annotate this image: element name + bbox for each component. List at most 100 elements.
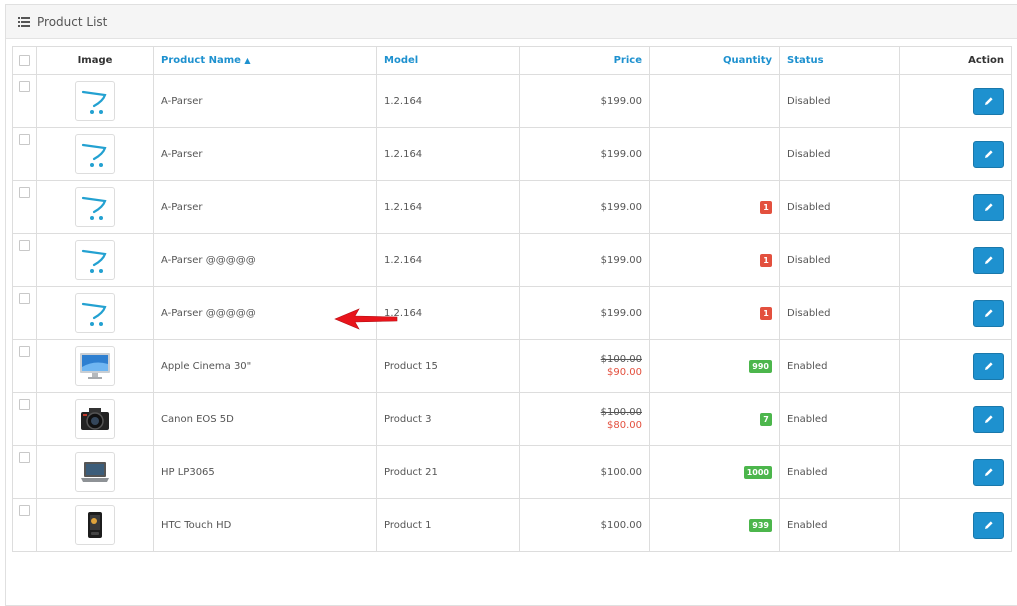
red-arrow-icon — [334, 308, 398, 330]
product-quantity-cell: 7 — [649, 392, 780, 446]
product-status: Disabled — [779, 286, 900, 340]
product-image-cell — [36, 233, 154, 287]
row-checkbox[interactable] — [19, 293, 30, 304]
product-status: Enabled — [779, 392, 900, 446]
quantity-badge: 1 — [760, 253, 772, 267]
product-image-cell — [36, 445, 154, 499]
product-price-cell: $100.00 $80.00 — [519, 392, 650, 446]
pencil-icon — [984, 96, 994, 106]
row-checkbox[interactable] — [19, 346, 30, 357]
product-thumbnail — [75, 293, 115, 333]
row-checkbox[interactable] — [19, 240, 30, 251]
product-status: Disabled — [779, 74, 900, 128]
product-quantity-cell: 1 — [649, 180, 780, 234]
product-image-cell — [36, 392, 154, 446]
product-image-cell — [36, 286, 154, 340]
row-checkbox[interactable] — [19, 505, 30, 516]
row-checkbox[interactable] — [19, 452, 30, 463]
product-price: $100.00 — [600, 519, 642, 531]
camera-icon — [79, 405, 111, 433]
edit-button[interactable] — [973, 246, 1004, 274]
edit-button[interactable] — [973, 193, 1004, 221]
row-checkbox[interactable] — [19, 187, 30, 198]
sort-by-model-link[interactable]: Model — [384, 55, 418, 66]
product-status: Enabled — [779, 498, 900, 552]
sort-name-label: Product Name — [161, 55, 241, 66]
panel-heading: Product List — [6, 5, 1017, 39]
product-price-cell: $100.00 $90.00 — [519, 339, 650, 393]
table-header-row: Image Product Name ▲ Model Price Quantit… — [12, 46, 1012, 75]
row-select-cell — [12, 445, 37, 499]
edit-button[interactable] — [973, 511, 1004, 539]
product-name: A-Parser @@@@@ — [153, 233, 377, 287]
quantity-badge: 939 — [749, 518, 772, 532]
opencart-logo-placeholder-icon — [80, 140, 110, 168]
edit-button[interactable] — [973, 299, 1004, 327]
product-name: HTC Touch HD — [153, 498, 377, 552]
caret-up-icon: ▲ — [244, 56, 251, 65]
column-header-model: Model — [376, 46, 520, 75]
product-status: Disabled — [779, 233, 900, 287]
sort-by-status-link[interactable]: Status — [787, 55, 824, 66]
row-checkbox[interactable] — [19, 134, 30, 145]
special-price: $80.00 — [607, 420, 642, 431]
table-row: Canon EOS 5D Product 3 $100.00 $80.00 7 Enabl… — [12, 392, 1012, 446]
product-thumbnail — [75, 187, 115, 227]
product-quantity-cell: 1 — [649, 286, 780, 340]
row-checkbox[interactable] — [19, 399, 30, 410]
product-price-cell: $199.00 — [519, 180, 650, 234]
original-price: $100.00 — [600, 354, 642, 365]
product-price: $199.00 — [600, 201, 642, 213]
edit-button[interactable] — [973, 405, 1004, 433]
opencart-logo-placeholder-icon — [80, 193, 110, 221]
product-name: A-Parser — [153, 180, 377, 234]
sort-by-quantity-link[interactable]: Quantity — [723, 55, 772, 66]
column-header-image: Image — [36, 46, 154, 75]
panel-title: Product List — [37, 14, 108, 29]
edit-button[interactable] — [973, 458, 1004, 486]
column-header-action: Action — [899, 46, 1012, 75]
table-row: A-Parser 1.2.164 $199.00 1 Disabled — [12, 180, 1012, 234]
table-row: A-Parser @@@@@ 1.2.164 $199.00 1 Disabled — [12, 233, 1012, 287]
product-thumbnail — [75, 240, 115, 280]
product-action-cell — [899, 74, 1012, 128]
product-price-cell: $199.00 — [519, 286, 650, 340]
product-action-cell — [899, 180, 1012, 234]
product-price: $199.00 — [600, 254, 642, 266]
edit-button[interactable] — [973, 140, 1004, 168]
row-select-cell — [12, 286, 37, 340]
product-model: 1.2.164 — [376, 233, 520, 287]
row-checkbox[interactable] — [19, 81, 30, 92]
product-thumbnail — [75, 399, 115, 439]
row-select-cell — [12, 74, 37, 128]
product-action-cell — [899, 339, 1012, 393]
table-row: A-Parser @@@@@ 1.2.164 $199.00 1 Disabled — [12, 286, 1012, 340]
column-header-status: Status — [779, 46, 900, 75]
row-select-cell — [12, 127, 37, 181]
product-name: Canon EOS 5D — [153, 392, 377, 446]
product-model: Product 1 — [376, 498, 520, 552]
pencil-icon — [984, 202, 994, 212]
product-price: $199.00 — [600, 148, 642, 160]
product-action-cell — [899, 233, 1012, 287]
product-model: Product 3 — [376, 392, 520, 446]
product-price: $199.00 — [600, 307, 642, 319]
pencil-icon — [984, 361, 994, 371]
quantity-badge: 7 — [760, 412, 772, 426]
product-price-cell: $199.00 — [519, 233, 650, 287]
product-name: A-Parser — [153, 74, 377, 128]
sort-by-price-link[interactable]: Price — [614, 55, 642, 66]
product-action-cell — [899, 127, 1012, 181]
product-status: Enabled — [779, 445, 900, 499]
select-all-checkbox[interactable] — [19, 54, 30, 66]
row-select-cell — [12, 498, 37, 552]
column-header-name: Product Name ▲ — [153, 46, 377, 75]
product-thumbnail — [75, 346, 115, 386]
row-select-cell — [12, 233, 37, 287]
quantity-badge: 990 — [749, 359, 772, 373]
sort-by-name-link[interactable]: Product Name ▲ — [161, 55, 251, 66]
edit-button[interactable] — [973, 352, 1004, 380]
select-all-cell — [12, 46, 37, 75]
edit-button[interactable] — [973, 87, 1004, 115]
special-price: $90.00 — [607, 367, 642, 378]
